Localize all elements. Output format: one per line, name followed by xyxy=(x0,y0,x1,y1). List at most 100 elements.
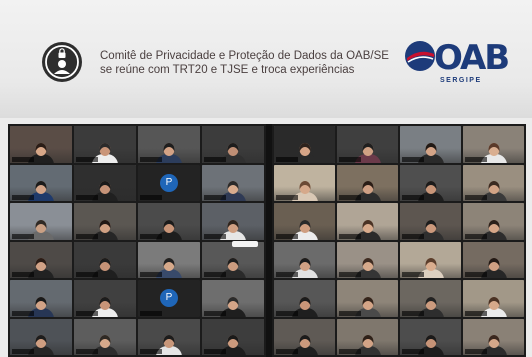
participant-name-tag xyxy=(204,349,226,354)
globe-icon xyxy=(405,41,435,71)
participant-name-tag xyxy=(12,349,34,354)
participant-name-tag xyxy=(402,272,424,277)
participant-name-tag xyxy=(339,195,361,200)
participant-video-tile[interactable] xyxy=(74,126,136,163)
participant-name-tag xyxy=(402,349,424,354)
participant-name-tag xyxy=(12,272,34,277)
participant-name-tag xyxy=(204,156,226,162)
participant-video-tile[interactable] xyxy=(138,203,200,240)
participant-video-tile[interactable] xyxy=(202,318,264,355)
participant-video-tile[interactable] xyxy=(274,203,335,240)
participant-name-tag xyxy=(465,349,487,354)
participant-video-tile[interactable] xyxy=(10,126,72,163)
participant-video-tile[interactable] xyxy=(337,241,398,278)
headline-line-1: Comitê de Privacidade e Proteção de Dado… xyxy=(100,50,389,62)
logo-subtitle: SERGIPE xyxy=(440,77,482,84)
participant-video-tile[interactable] xyxy=(202,203,264,240)
participant-video-tile[interactable] xyxy=(274,164,335,201)
participant-name-tag xyxy=(339,310,361,316)
participant-video-tile[interactable] xyxy=(10,318,72,355)
lock-icon xyxy=(58,48,66,58)
participant-video-tile[interactable] xyxy=(202,164,264,201)
participant-video-tile[interactable] xyxy=(400,203,461,240)
participant-video-tile[interactable] xyxy=(463,280,524,317)
participant-name-tag xyxy=(465,233,487,239)
participant-video-tile[interactable] xyxy=(400,241,461,278)
participant-video-tile[interactable] xyxy=(274,318,335,355)
participant-initial: P xyxy=(160,173,178,192)
participant-video-tile[interactable] xyxy=(74,164,136,201)
participant-video-tile[interactable] xyxy=(74,241,136,278)
participant-name-tag xyxy=(12,156,34,162)
participant-video-tile[interactable] xyxy=(337,203,398,240)
participant-name-tag xyxy=(140,349,162,354)
participant-name-tag xyxy=(339,349,361,354)
news-headline: Comitê de Privacidade e Proteção de Dado… xyxy=(100,49,390,77)
participant-name-tag xyxy=(465,195,487,200)
participant-name-tag xyxy=(402,156,424,162)
participant-name-tag xyxy=(402,310,424,316)
participant-name-tag xyxy=(204,233,226,239)
participant-video-tile[interactable] xyxy=(138,126,200,163)
participant-name-tag xyxy=(276,195,298,200)
participant-video-tile[interactable] xyxy=(10,203,72,240)
participant-video-tile[interactable] xyxy=(274,280,335,317)
video-grid-left: PP xyxy=(8,124,266,357)
participant-video-tile[interactable] xyxy=(400,280,461,317)
participant-name-tag xyxy=(339,272,361,277)
participant-name-tag xyxy=(140,195,162,200)
participant-video-tile[interactable] xyxy=(463,164,524,201)
participant-video-tile[interactable] xyxy=(274,126,335,163)
logo-wordmark: OAB xyxy=(434,38,510,78)
participant-video-tile[interactable] xyxy=(337,164,398,201)
participant-avatar-tile[interactable]: P xyxy=(138,164,200,201)
participant-video-tile[interactable] xyxy=(400,126,461,163)
participant-video-tile[interactable] xyxy=(337,280,398,317)
participant-video-tile[interactable] xyxy=(10,280,72,317)
participant-video-tile[interactable] xyxy=(74,318,136,355)
participant-name-tag xyxy=(140,233,162,239)
participant-name-tag xyxy=(140,310,162,316)
video-grid-right xyxy=(272,124,526,357)
participant-initial: P xyxy=(160,289,178,308)
participant-name-tag xyxy=(140,156,162,162)
participant-name-tag xyxy=(12,310,34,316)
participant-name-tag xyxy=(465,156,487,162)
participant-name-tag xyxy=(276,349,298,354)
participant-name-tag xyxy=(465,272,487,277)
participant-video-tile[interactable] xyxy=(463,126,524,163)
participant-video-tile[interactable] xyxy=(463,241,524,278)
participant-name-tag xyxy=(339,156,361,162)
participant-video-tile[interactable] xyxy=(74,280,136,317)
header-banner: Comitê de Privacidade e Proteção de Dado… xyxy=(0,0,532,118)
participant-video-tile[interactable] xyxy=(138,241,200,278)
participant-name-tag xyxy=(276,156,298,162)
participant-name-tag xyxy=(276,233,298,239)
participant-video-tile[interactable] xyxy=(400,164,461,201)
participant-name-tag xyxy=(12,233,34,239)
participant-video-tile[interactable] xyxy=(463,318,524,355)
participant-name-tag xyxy=(339,233,361,239)
participant-video-tile[interactable] xyxy=(463,203,524,240)
participant-video-tile[interactable] xyxy=(202,280,264,317)
participant-name-tag xyxy=(204,272,226,277)
participant-name-tag xyxy=(465,310,487,316)
participant-video-tile[interactable] xyxy=(138,318,200,355)
participant-avatar-tile[interactable]: P xyxy=(138,280,200,317)
participant-video-tile[interactable] xyxy=(202,126,264,163)
video-call-screens: PP xyxy=(8,124,526,357)
participant-video-tile[interactable] xyxy=(10,241,72,278)
participant-name-tag xyxy=(402,195,424,200)
participant-name-tag xyxy=(12,195,34,200)
participant-video-tile[interactable] xyxy=(74,203,136,240)
participant-video-tile[interactable] xyxy=(400,318,461,355)
participant-video-tile[interactable] xyxy=(337,126,398,163)
participant-name-tag xyxy=(76,272,98,277)
headline-line-2: se reúne com TRT20 e TJSE e troca experi… xyxy=(100,64,355,76)
participant-name-tag xyxy=(204,195,226,200)
participant-name-tag xyxy=(76,233,98,239)
participant-video-tile[interactable] xyxy=(10,164,72,201)
participant-video-tile[interactable] xyxy=(337,318,398,355)
user-icon xyxy=(45,45,79,79)
participant-video-tile[interactable] xyxy=(274,241,335,278)
